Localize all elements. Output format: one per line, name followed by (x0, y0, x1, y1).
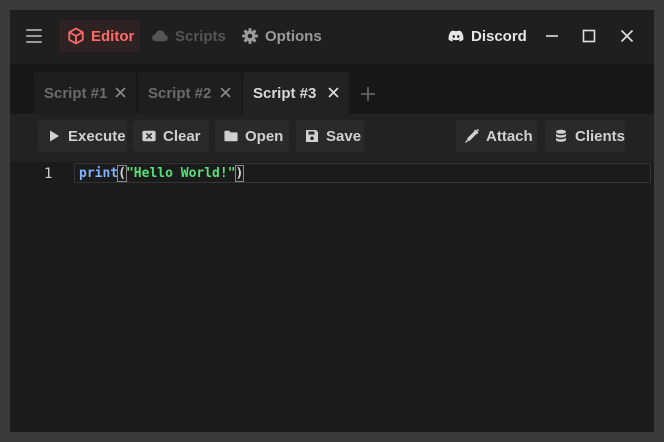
tab-label: Script #2 (148, 84, 212, 102)
discord-label: Discord (471, 27, 527, 45)
nav-scripts-label: Scripts (175, 27, 226, 45)
execute-label: Execute (68, 127, 126, 145)
discord-button[interactable]: Discord (440, 20, 535, 52)
save-label: Save (326, 127, 362, 145)
minimize-icon (546, 35, 558, 37)
clear-icon (142, 130, 156, 142)
plus-icon[interactable] (358, 84, 378, 104)
gear-icon (242, 28, 258, 44)
nav-editor-label: Editor (91, 27, 135, 45)
save-button[interactable]: Save (296, 120, 364, 152)
close-tab-icon[interactable] (115, 87, 126, 98)
maximize-icon (582, 29, 596, 43)
minimize-button[interactable] (540, 24, 564, 48)
folder-icon (224, 130, 238, 142)
title-bar: Editor Scripts Options Discord (10, 10, 654, 64)
tab-label: Script #3 (253, 84, 317, 102)
close-tab-icon[interactable] (220, 87, 231, 98)
menu-icon[interactable] (26, 29, 42, 43)
clients-button[interactable]: Clients (545, 120, 625, 152)
code-string-token: "Hello World!" (125, 166, 236, 181)
code-editor[interactable]: 1 print("Hello World!") (10, 162, 654, 432)
tab-bar: Script #1 Script #2 Script #3 (10, 64, 654, 114)
discord-icon (448, 30, 464, 42)
close-tab-icon[interactable] (328, 87, 339, 98)
clear-button[interactable]: Clear (133, 120, 209, 152)
nav-editor-button[interactable]: Editor (59, 20, 140, 52)
tab-script-1[interactable]: Script #1 (34, 72, 136, 114)
attach-label: Attach (486, 127, 533, 145)
open-label: Open (245, 127, 284, 145)
line-number: 1 (44, 166, 53, 182)
app-window: Editor Scripts Options Discord Script #1… (10, 10, 654, 432)
toolbar: Execute Clear Open Save Attach Clients (10, 114, 654, 162)
code-line[interactable]: print("Hello World!") (79, 165, 245, 182)
nav-options-button[interactable]: Options (233, 20, 325, 52)
execute-button[interactable]: Execute (38, 120, 127, 152)
syringe-icon (465, 129, 479, 143)
tab-script-2[interactable]: Script #2 (138, 72, 241, 114)
close-icon (620, 29, 634, 43)
code-function-token: print (79, 166, 119, 181)
tab-label: Script #1 (44, 84, 108, 102)
maximize-button[interactable] (577, 24, 601, 48)
attach-button[interactable]: Attach (456, 120, 537, 152)
code-open-paren: ( (117, 165, 127, 182)
code-close-paren: ) (234, 165, 245, 182)
nav-options-label: Options (265, 27, 322, 45)
cube-icon (68, 27, 84, 45)
clear-label: Clear (163, 127, 201, 145)
tab-script-3[interactable]: Script #3 (243, 72, 349, 114)
open-button[interactable]: Open (215, 120, 289, 152)
play-icon (50, 130, 59, 142)
nav-scripts-button[interactable]: Scripts (143, 20, 231, 52)
close-button[interactable] (615, 24, 639, 48)
clients-label: Clients (575, 127, 626, 145)
database-icon (556, 129, 566, 142)
floppy-icon (306, 130, 318, 142)
cloud-icon (152, 30, 168, 42)
